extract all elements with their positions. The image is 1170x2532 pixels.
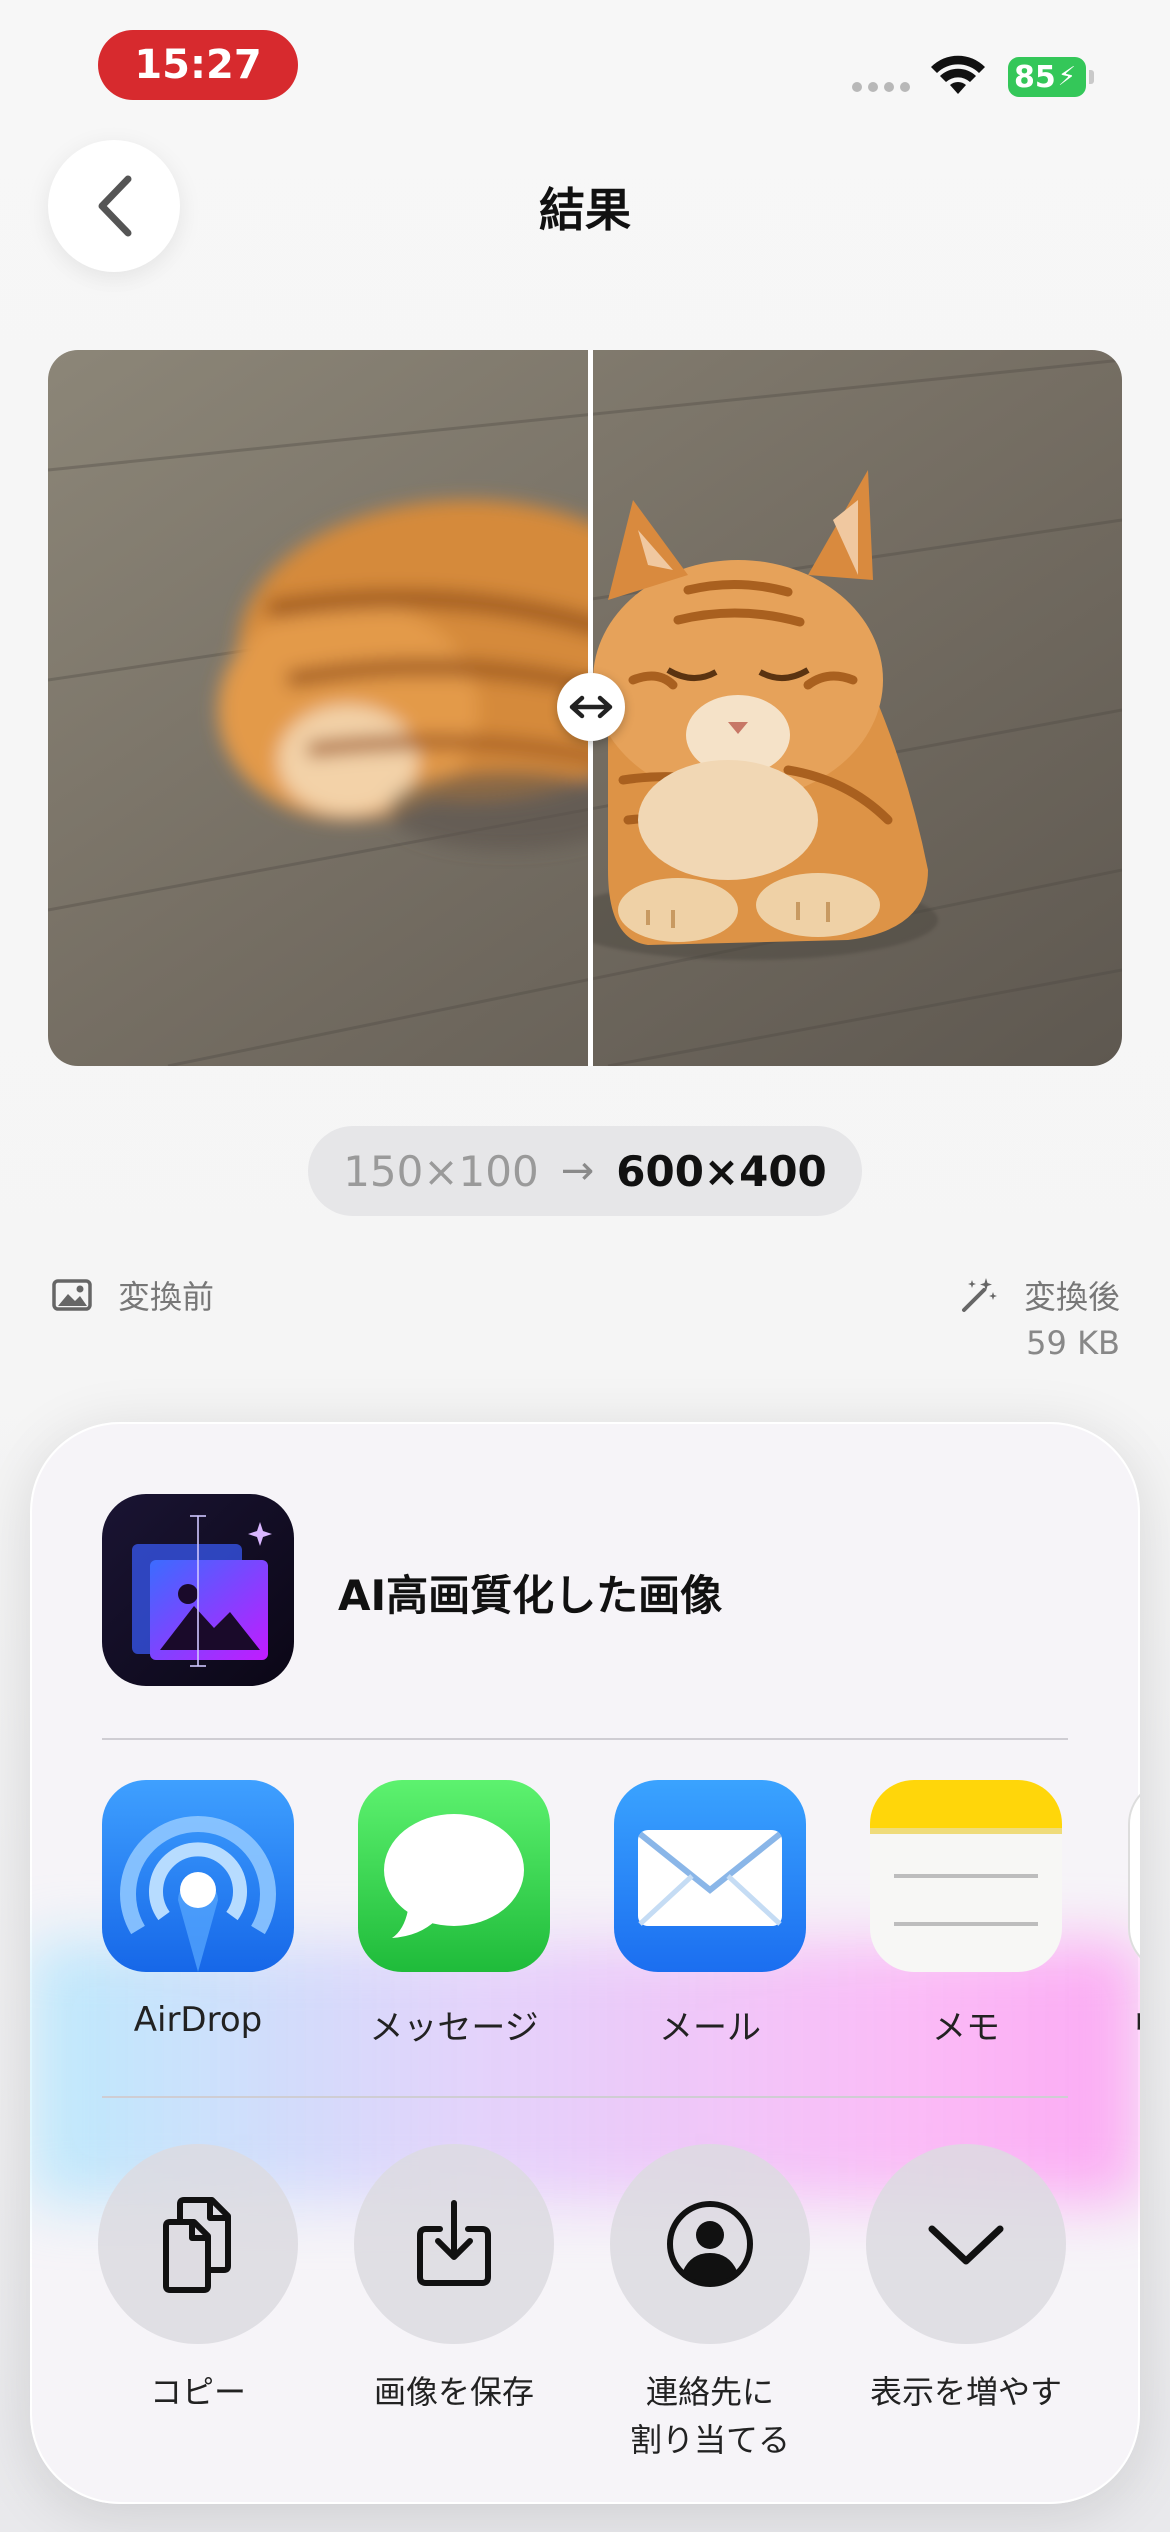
save-image-button-circle[interactable]	[354, 2144, 554, 2344]
cellular-signal-icon	[852, 82, 910, 92]
action-label-line2: 割り当てる	[629, 2421, 790, 2459]
status-time: 15:27	[98, 30, 298, 100]
show-more-button[interactable]: 表示を増やす	[846, 2144, 1086, 2416]
charging-icon: ⚡	[1057, 62, 1077, 92]
app-thumbnail-icon	[102, 1494, 294, 1686]
share-app-airdrop[interactable]: AirDrop	[102, 1780, 294, 2040]
copy-icon	[163, 2197, 231, 2293]
after-label: 変換後	[960, 1272, 1120, 1318]
mail-icon	[614, 1780, 806, 1972]
reminders-icon[interactable]	[1128, 1780, 1140, 1972]
resolution-before: 150×100	[343, 1146, 539, 1196]
save-image-button[interactable]: 画像を保存	[334, 2144, 574, 2416]
before-after-comparison[interactable]	[48, 350, 1122, 1066]
battery-indicator: 85 ⚡	[1008, 57, 1086, 97]
wifi-icon	[931, 55, 985, 94]
share-divider-top	[102, 1738, 1068, 1740]
share-app-mail[interactable]: メール	[614, 1780, 806, 2049]
comparison-slider-handle[interactable]	[557, 673, 625, 741]
page-title: 結果	[539, 183, 631, 237]
share-app-label: メモ	[932, 2008, 1000, 2048]
share-app-messages[interactable]: メッセージ	[358, 1780, 550, 2049]
contact-icon	[667, 2201, 753, 2287]
share-app-label: リ	[1130, 2000, 1140, 2049]
copy-button[interactable]: コピー	[78, 2144, 318, 2416]
share-sheet-title: AI高画質化した画像	[338, 1571, 723, 1620]
share-app-label: AirDrop	[133, 2000, 263, 2040]
share-app-row: AirDrop メッセージ メール メモ	[30, 1780, 1140, 2050]
after-file-size: 59 KB	[1026, 1324, 1120, 1362]
assign-to-contact-button-circle[interactable]	[610, 2144, 810, 2344]
share-app-label: メッセージ	[369, 2008, 539, 2048]
photo-icon	[52, 1279, 92, 1311]
share-app-notes[interactable]: メモ	[870, 1780, 1062, 2049]
messages-icon	[358, 1780, 550, 1972]
save-image-icon	[417, 2200, 491, 2286]
share-divider-bottom	[102, 2096, 1068, 2098]
before-label: 変換前	[52, 1272, 214, 1318]
share-sheet: AI高画質化した画像 AirDrop メッセージ メール メモ コピー 画像を保…	[30, 1422, 1140, 2504]
before-label-text: 変換前	[118, 1278, 215, 1316]
airdrop-icon	[102, 1780, 294, 1972]
battery-cap	[1089, 70, 1094, 84]
magic-wand-icon	[961, 1278, 997, 1312]
action-label: 連絡先に 割り当てる	[590, 2368, 830, 2464]
action-label: 表示を増やす	[869, 2373, 1062, 2411]
horizontal-arrows-icon	[569, 695, 613, 719]
resolution-after: 600×400	[616, 1146, 827, 1196]
resolution-pill: 150×100 → 600×400	[308, 1126, 862, 1216]
chevron-down-icon	[928, 2225, 1004, 2265]
after-label-text: 変換後	[1023, 1278, 1120, 1316]
share-app-label: メール	[659, 2008, 761, 2048]
notes-icon	[870, 1780, 1062, 1972]
show-more-button-circle[interactable]	[866, 2144, 1066, 2344]
assign-to-contact-button[interactable]: 連絡先に 割り当てる	[590, 2144, 830, 2464]
action-label: 画像を保存	[373, 2373, 534, 2411]
arrow-right-icon: →	[560, 1148, 595, 1194]
action-label: コピー	[149, 2373, 246, 2411]
battery-level: 85	[1014, 59, 1056, 95]
action-label-line1: 連絡先に	[645, 2373, 774, 2411]
copy-button-circle[interactable]	[98, 2144, 298, 2344]
